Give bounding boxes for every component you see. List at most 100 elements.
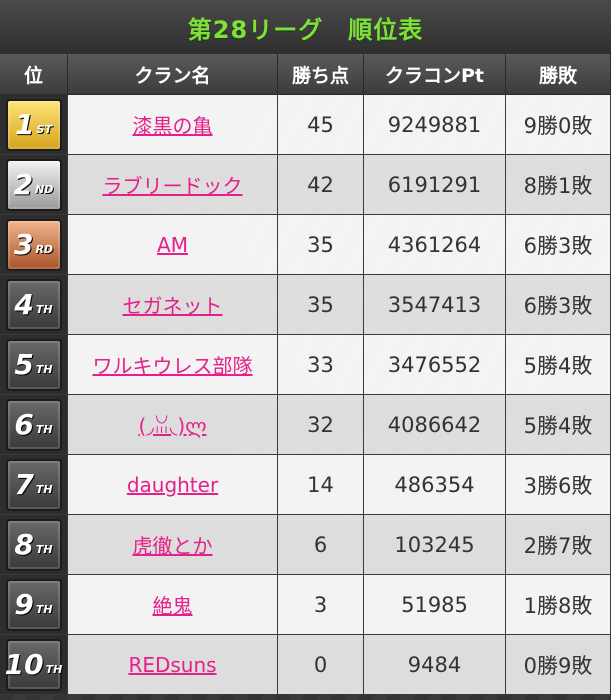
clan-name-link[interactable]: REDsuns <box>128 653 216 677</box>
clan-name-link[interactable]: AM <box>157 233 188 257</box>
rank-number: 1 <box>15 107 35 141</box>
standings-table: 位 クラン名 勝ち点 クラコンPt 勝敗 1 ST 漆黒の亀 4 5 9249881 9勝0… <box>0 54 611 695</box>
table-row: 6 TH (◞ꈍ◟)ლ 32 4086642 5勝4敗 <box>0 395 611 455</box>
clan-name-cell: セガネット <box>68 275 278 335</box>
clan-contest-pt-cell: 4361264 <box>364 215 506 275</box>
clan-name-cell: REDsuns <box>68 635 278 695</box>
clan-name-link[interactable]: ラブリードック <box>103 174 243 198</box>
rank-suffix: RD <box>35 243 54 256</box>
points-cell: 3 <box>278 575 364 635</box>
points-cell: 35 <box>278 275 364 335</box>
rank-badge-icon: 8 TH <box>5 518 62 571</box>
rank-number: 5 <box>14 347 34 381</box>
record-cell: 0勝9敗 <box>506 635 611 695</box>
clan-name-cell: AM <box>68 215 278 275</box>
clan-contest-pt-cell: 103245 <box>364 515 506 575</box>
clan-name-link[interactable]: daughter <box>127 473 218 497</box>
rank-suffix: TH <box>35 543 53 556</box>
points-cell: 6 <box>278 515 364 575</box>
rank-suffix: TH <box>35 303 53 316</box>
rank-suffix: TH <box>45 663 63 676</box>
table-row: 2 ND ラブリードック 42 6191291 8勝1敗 <box>0 155 611 215</box>
rank-cell: 10 TH <box>0 635 68 695</box>
rank-suffix: ST <box>36 123 52 136</box>
clan-name-cell: 絶鬼 <box>68 575 278 635</box>
record-cell: 5勝4敗 <box>506 395 611 455</box>
title-bar: 第28リーグ 順位表 <box>0 0 611 54</box>
record-cell: 6勝3敗 <box>506 215 611 275</box>
rank-number: 4 <box>14 287 34 321</box>
clan-name-cell: ラブリードック <box>68 155 278 215</box>
rank-cell: 2 ND <box>0 155 68 215</box>
rank-cell: 7 TH <box>0 455 68 515</box>
clan-contest-pt-cell: 9484 <box>364 635 506 695</box>
clan-name-cell: 虎徹とか <box>68 515 278 575</box>
clan-name-link[interactable]: 絶鬼 <box>153 594 193 618</box>
rank-cell: 9 TH <box>0 575 68 635</box>
page-title: 第28リーグ 順位表 <box>187 15 424 44</box>
points-cell: 0 <box>278 635 364 695</box>
points-cell: 42 <box>278 155 364 215</box>
rank-cell: 4 TH <box>0 275 68 335</box>
header-rank: 位 <box>0 54 68 95</box>
record-cell: 3勝6敗 <box>506 455 611 515</box>
record-cell: 1勝8敗 <box>506 575 611 635</box>
record-cell: 8勝1敗 <box>506 155 611 215</box>
rank-number: 6 <box>14 407 34 441</box>
header-record: 勝敗 <box>506 54 611 95</box>
rank-suffix: TH <box>35 483 53 496</box>
rank-number: 7 <box>14 467 34 501</box>
clan-name-cell: (◞ꈍ◟)ლ <box>68 395 278 455</box>
header-clan-contest-pt: クラコンPt <box>364 54 506 95</box>
rank-badge-icon: 4 TH <box>5 278 62 331</box>
clan-name-link[interactable]: ワルキウレス部隊 <box>93 354 253 378</box>
clan-contest-pt-cell: 9249881 <box>364 95 506 155</box>
clan-contest-pt-cell: 3547413 <box>364 275 506 335</box>
rank-suffix: TH <box>35 363 53 376</box>
rank-cell: 1 ST <box>0 95 68 155</box>
table-body: 1 ST 漆黒の亀 45 9249881 9勝0敗 2 ND ラブリードック 42 6191291 8… <box>0 95 611 695</box>
rank-number: 9 <box>14 587 34 621</box>
rank-suffix: TH <box>35 603 53 616</box>
rank-badge-icon: 2 ND <box>5 158 62 211</box>
rank-cell: 5 TH <box>0 335 68 395</box>
points-cell: 14 <box>278 455 364 515</box>
clan-name-cell: ワルキウレス部隊 <box>68 335 278 395</box>
rank-cell: 6 TH <box>0 395 68 455</box>
rank-number: 8 <box>14 527 34 561</box>
record-cell: 5勝4敗 <box>506 335 611 395</box>
header-points: 勝ち点 <box>278 54 364 95</box>
table-row: 8 TH 虎徹とか 6 103245 2勝7敗 <box>0 515 611 575</box>
rank-badge-icon: 10 TH <box>4 638 63 691</box>
clan-contest-pt-cell: 486354 <box>364 455 506 515</box>
record-cell: 6勝3敗 <box>506 275 611 335</box>
clan-name-link[interactable]: 虎徹とか <box>133 534 213 558</box>
clan-name-link[interactable]: セガネット <box>123 294 223 318</box>
points-cell: 33 <box>278 335 364 395</box>
clan-name-link[interactable]: 漆黒の亀 <box>133 114 213 138</box>
table-row: 7 TH daughter 14 486354 3勝6敗 <box>0 455 611 515</box>
record-cell: 2勝7敗 <box>506 515 611 575</box>
rank-badge-icon: 7 TH <box>5 458 62 511</box>
clan-contest-pt-cell: 6191291 <box>364 155 506 215</box>
table-row: 4 TH セガネット 35 3547413 6勝3敗 <box>0 275 611 335</box>
clan-contest-pt-cell: 4086642 <box>364 395 506 455</box>
rank-badge-icon: 1 ST <box>5 98 62 151</box>
clan-contest-pt-cell: 3476552 <box>364 335 506 395</box>
rank-number: 10 <box>4 647 44 681</box>
rank-badge-icon: 9 TH <box>5 578 62 631</box>
rank-number: 2 <box>13 167 34 201</box>
rank-number: 3 <box>13 227 34 261</box>
points-cell: 35 <box>278 215 364 275</box>
table-row: 1 ST 漆黒の亀 45 9249881 9勝0敗 <box>0 95 611 155</box>
clan-name-link[interactable]: (◞ꈍ◟)ლ <box>138 414 206 438</box>
table-row: 5 TH ワルキウレス部隊 33 3476552 5勝4敗 <box>0 335 611 395</box>
rank-badge-icon: 5 TH <box>5 338 62 391</box>
table-header-row: 位 クラン名 勝ち点 クラコンPt 勝敗 <box>0 54 611 95</box>
rank-cell: 3 RD <box>0 215 68 275</box>
rank-cell: 8 TH <box>0 515 68 575</box>
league-standings-page: 第28リーグ 順位表 位 クラン名 勝ち点 クラコンPt 勝敗 1 ST 漆黒の亀 4… <box>0 0 611 700</box>
table-row: 10 TH REDsuns 0 9484 0勝9敗 <box>0 635 611 695</box>
record-cell: 9勝0敗 <box>506 95 611 155</box>
rank-badge-icon: 3 RD <box>5 218 62 271</box>
